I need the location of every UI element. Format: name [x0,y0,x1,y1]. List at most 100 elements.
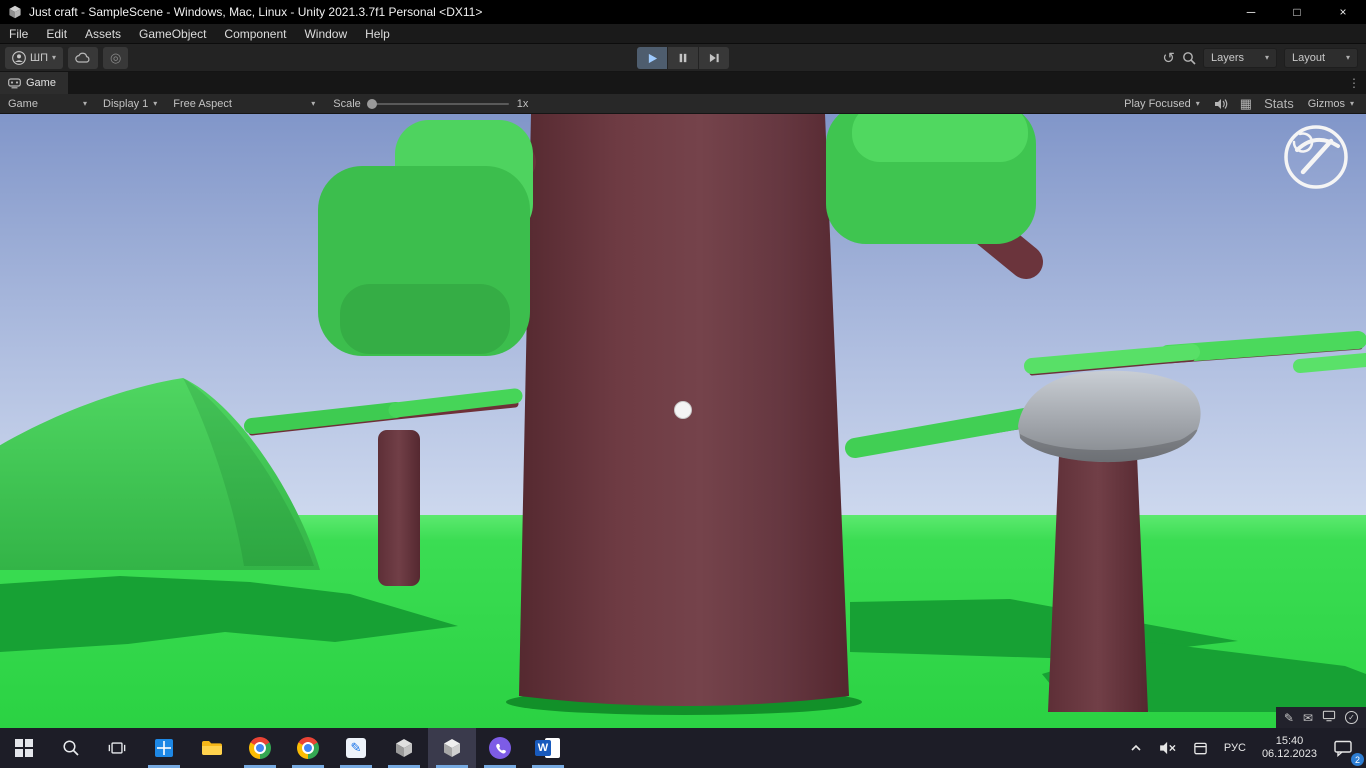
pause-button[interactable] [668,47,698,69]
pause-icon [679,53,687,63]
chevron-down-icon: ▾ [52,53,57,62]
account-initials: ШП [30,51,48,64]
menu-gameobject[interactable]: GameObject [130,24,215,43]
tray-window-icon[interactable] [1186,728,1215,768]
search-icon[interactable] [1182,51,1196,65]
tab-menu-kebab-icon[interactable]: ⋮ [1348,76,1360,90]
display-label: Display 1 [103,97,149,110]
window-titlebar[interactable]: Just craft - SampleScene - Windows, Mac,… [0,0,1366,24]
undo-history-icon[interactable]: ↺ [1162,49,1175,67]
tray-chevron-up-icon[interactable] [1122,728,1150,768]
aspect-label: Free Aspect [173,97,232,110]
step-icon [709,53,719,63]
scale-slider[interactable] [366,98,509,109]
close-button[interactable]: × [1320,0,1366,24]
target-icon: ◎ [110,49,122,65]
crosshair-dot [674,401,692,419]
gizmos-label: Gizmos [1307,97,1345,110]
layout-label: Layout [1292,51,1326,64]
view-tabstrip: Game ⋮ [0,72,1366,94]
system-tray: РУС 15:40 06.12.2023 2 [1122,728,1366,768]
display-dropdown[interactable]: Display 1 ▾ [95,94,165,113]
services-button[interactable]: ◎ [103,46,129,69]
tool-circle-indicator [1284,125,1348,189]
menu-file[interactable]: File [0,24,37,43]
hidden-tray-popup: ✎ ✉ ✓ [1275,707,1366,728]
taskbar-clock[interactable]: 15:40 06.12.2023 [1255,728,1324,768]
taskbar-editor-app[interactable]: ✎ [332,728,380,768]
gizmos-dropdown[interactable]: Gizmos ▾ [1300,98,1362,110]
play-button[interactable] [637,47,667,69]
window-title: Just craft - SampleScene - Windows, Mac,… [29,5,483,19]
taskbar-chrome-1[interactable] [236,728,284,768]
scale-slider-knob[interactable] [366,98,377,109]
tray-pen-icon[interactable]: ✎ [1284,711,1294,725]
chrome-icon [249,737,271,759]
notification-bubble-icon [1334,740,1352,757]
scale-value: 1x [516,97,529,110]
view-mode-dropdown[interactable]: Game ▾ [0,94,95,113]
game-tab-icon [8,77,21,88]
playmode-controls [637,47,729,69]
chevron-down-icon: ▾ [153,99,158,108]
volume-muted-icon[interactable] [1152,728,1184,768]
taskbar-chrome-2[interactable] [284,728,332,768]
tray-display-icon[interactable] [1322,710,1336,725]
windows-taskbar: ✎ W РУС 15:40 06.12.2023 2 [0,728,1366,768]
game-scene [0,114,1366,728]
layers-label: Layers [1211,51,1245,64]
menu-component[interactable]: Component [215,24,295,43]
taskbar-file-explorer[interactable] [188,728,236,768]
game-tab-label: Game [26,77,56,89]
taskbar-app-grid[interactable] [140,728,188,768]
mute-audio-icon[interactable] [1208,98,1234,110]
maximize-button[interactable]: □ [1274,0,1320,24]
chevron-down-icon: ▾ [82,99,87,108]
chevron-down-icon: ▾ [1264,53,1269,62]
taskbar-viber[interactable] [476,728,524,768]
unity-toolbar: ШП ▾ ◎ ↺ Layers ▾ Layout ▾ [0,44,1366,72]
tab-game[interactable]: Game [0,72,68,94]
account-dropdown[interactable]: ШП ▾ [5,46,64,69]
aspect-dropdown[interactable]: Free Aspect ▾ [165,94,323,113]
notification-count-badge: 2 [1351,753,1364,766]
language-indicator[interactable]: РУС [1217,728,1253,768]
taskbar-search-button[interactable] [48,728,94,768]
task-view-button[interactable] [94,728,140,768]
menu-window[interactable]: Window [295,24,356,43]
play-focused-dropdown[interactable]: Play Focused ▾ [1116,98,1208,110]
taskbar-word[interactable]: W [524,728,572,768]
menu-edit[interactable]: Edit [37,24,76,43]
layout-dropdown[interactable]: Layout ▾ [1284,47,1358,68]
menu-assets[interactable]: Assets [76,24,130,43]
tray-check-icon[interactable]: ✓ [1345,711,1358,724]
chrome-icon [297,737,319,759]
menu-bar: File Edit Assets GameObject Component Wi… [0,24,1366,44]
stats-button[interactable]: Stats [1258,96,1300,111]
chevron-down-icon: ▾ [1345,53,1350,62]
play-icon [648,53,657,63]
step-button[interactable] [699,47,729,69]
menu-help[interactable]: Help [356,24,399,43]
cloud-button[interactable] [68,46,99,69]
unity-cube-icon [396,739,412,757]
chevron-down-icon: ▾ [1195,99,1200,108]
scale-slider-group: Scale 1x [333,98,528,110]
gameview-toolbar: Game ▾ Display 1 ▾ Free Aspect ▾ Scale 1… [0,94,1366,114]
word-icon: W [535,737,561,759]
taskbar-unity-editor[interactable] [428,728,476,768]
chevron-down-icon: ▾ [1349,99,1354,108]
desktop: Just craft - SampleScene - Windows, Mac,… [0,0,1366,768]
windows-logo-icon [15,739,33,757]
cloud-icon [75,52,90,63]
action-center-button[interactable]: 2 [1326,728,1364,768]
layers-dropdown[interactable]: Layers ▾ [1203,47,1277,68]
clock-time: 15:40 [1275,735,1304,747]
game-viewport[interactable] [0,114,1366,728]
taskbar-unity-hub[interactable] [380,728,428,768]
pencil-app-icon: ✎ [346,738,366,758]
minimize-button[interactable]: ─ [1228,0,1274,24]
metrics-grid-icon[interactable]: ▦ [1234,96,1258,112]
start-button[interactable] [0,728,48,768]
tray-mail-icon[interactable]: ✉ [1303,711,1313,725]
